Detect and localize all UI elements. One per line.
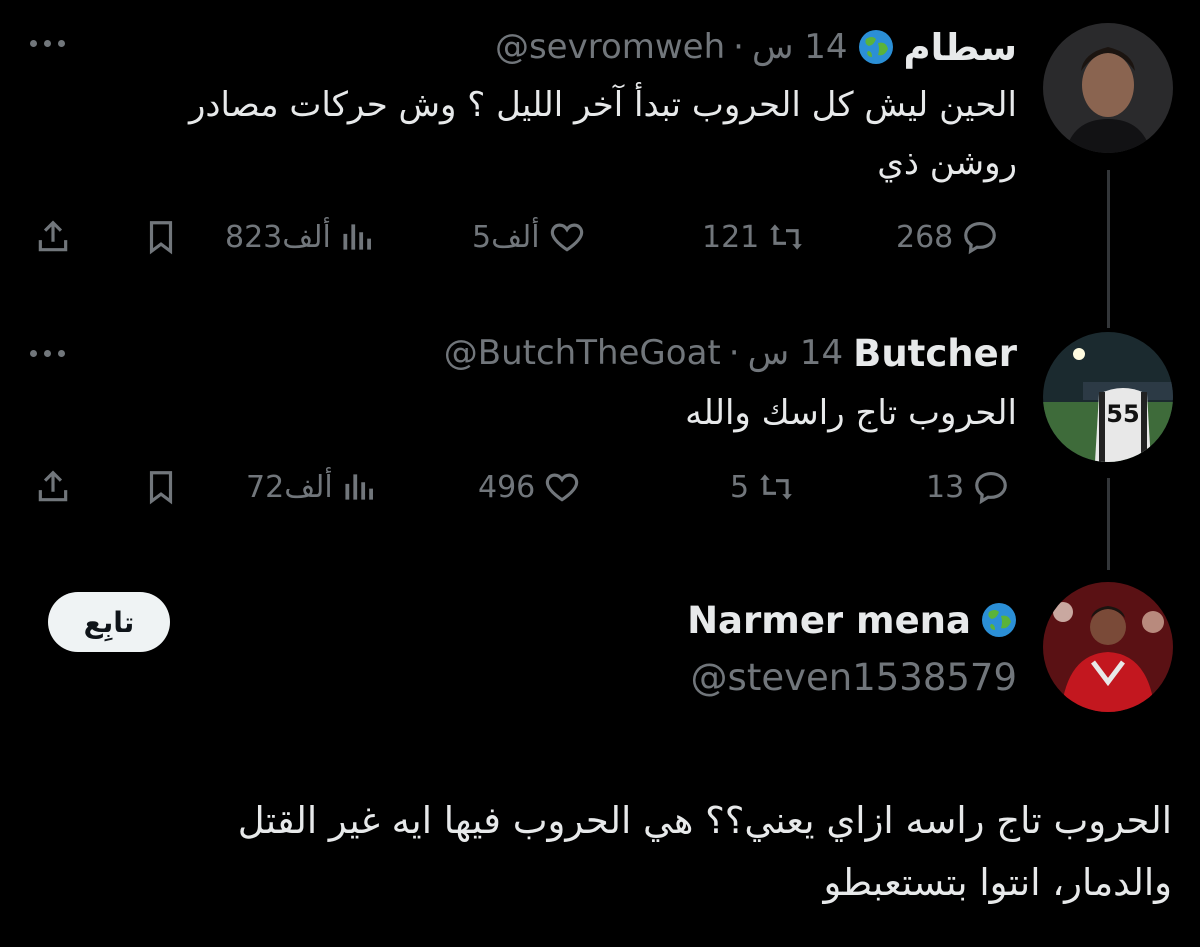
views-count: 823ألف (225, 219, 331, 255)
tweet-text: الحين ليش كل الحروب تبدأ آخر الليل ؟ وش … (27, 76, 1017, 192)
globe-icon (858, 30, 893, 64)
tweet-text: الحروب تاج راسك والله (27, 384, 1017, 442)
jersey-number: 55 (1106, 400, 1139, 428)
reply-button[interactable]: 13 (926, 462, 1010, 512)
author-name[interactable]: Narmer mena (687, 599, 971, 642)
like-button[interactable]: 496 (478, 462, 581, 512)
tweet-text-line: والدمار، انتوا بتستعبطو (823, 861, 1172, 904)
avatar-steven1538579[interactable] (1043, 582, 1173, 712)
views-icon (343, 224, 371, 250)
like-count: 5ألف (472, 219, 540, 255)
author-handle[interactable]: @sevromweh (495, 27, 725, 67)
follow-button[interactable]: تابِع (48, 592, 170, 652)
tweet-header: سطام @sevromweh · 14 س (495, 22, 1017, 72)
like-button[interactable]: 5ألف (472, 212, 586, 262)
author-name[interactable]: سطام (904, 26, 1017, 69)
tweet-text-line: الحين ليش كل الحروب تبدأ آخر الليل ؟ وش … (188, 85, 1017, 125)
more-icon[interactable] (30, 33, 74, 53)
bookmark-icon (149, 471, 173, 505)
author-handle[interactable]: @ButchTheGoat (444, 333, 721, 373)
retweet-count: 5 (730, 469, 750, 505)
avatar-sevromweh[interactable] (1043, 23, 1173, 153)
bookmark-button[interactable] (142, 462, 180, 512)
more-icon[interactable] (30, 343, 74, 363)
tweet-time[interactable]: 14 س (748, 333, 844, 373)
reply-icon (964, 221, 997, 255)
tweet-time[interactable]: 14 س (752, 27, 848, 67)
share-button[interactable] (34, 212, 72, 262)
meta-separator: · (733, 27, 744, 67)
main-tweet-text: الحروب تاج راسه ازاي يعني؟؟ هي الحروب في… (28, 790, 1172, 914)
like-icon (546, 473, 579, 502)
tweet-actions: 13 5 496 72ألف (0, 462, 1200, 512)
share-button[interactable] (34, 462, 72, 512)
tweet-meta: @ButchTheGoat · 14 س (444, 333, 843, 373)
like-count: 496 (478, 469, 536, 505)
globe-icon (982, 603, 1016, 637)
bookmark-button[interactable] (142, 212, 180, 262)
tweet-meta: @sevromweh · 14 س (495, 27, 848, 67)
avatar-butchthegoat[interactable]: 55 (1043, 332, 1173, 462)
reply-count: 268 (896, 219, 954, 255)
author-name[interactable]: Butcher (853, 332, 1017, 375)
tweet-actions: 268 121 5ألف 823ألف (0, 212, 1200, 262)
views-icon (345, 474, 373, 500)
reply-count: 13 (926, 469, 965, 505)
like-icon (550, 223, 583, 252)
bookmark-icon (149, 221, 173, 255)
tweet-header: Butcher @ButchTheGoat · 14 س (444, 328, 1017, 378)
views-button[interactable]: 72ألف (246, 462, 379, 512)
retweet-button[interactable]: 121 (702, 212, 805, 262)
share-icon (38, 470, 68, 502)
reply-icon (975, 471, 1008, 505)
reply-button[interactable]: 268 (896, 212, 999, 262)
main-tweet-header: Narmer mena (687, 594, 1017, 646)
retweet-count: 121 (702, 219, 760, 255)
retweet-icon (770, 224, 803, 250)
author-handle[interactable]: @steven1538579 (691, 656, 1017, 699)
tweet-text-line: روشن ذي (877, 143, 1017, 183)
views-button[interactable]: 823ألف (225, 212, 377, 262)
tweet-text-line: الحروب تاج راسك والله (685, 393, 1017, 433)
meta-separator: · (728, 333, 740, 373)
retweet-button[interactable]: 5 (730, 462, 795, 512)
tweet-text-line: الحروب تاج راسه ازاي يعني؟؟ هي الحروب في… (237, 799, 1172, 842)
share-icon (38, 220, 68, 252)
views-count: 72ألف (246, 469, 333, 505)
retweet-icon (760, 474, 792, 500)
